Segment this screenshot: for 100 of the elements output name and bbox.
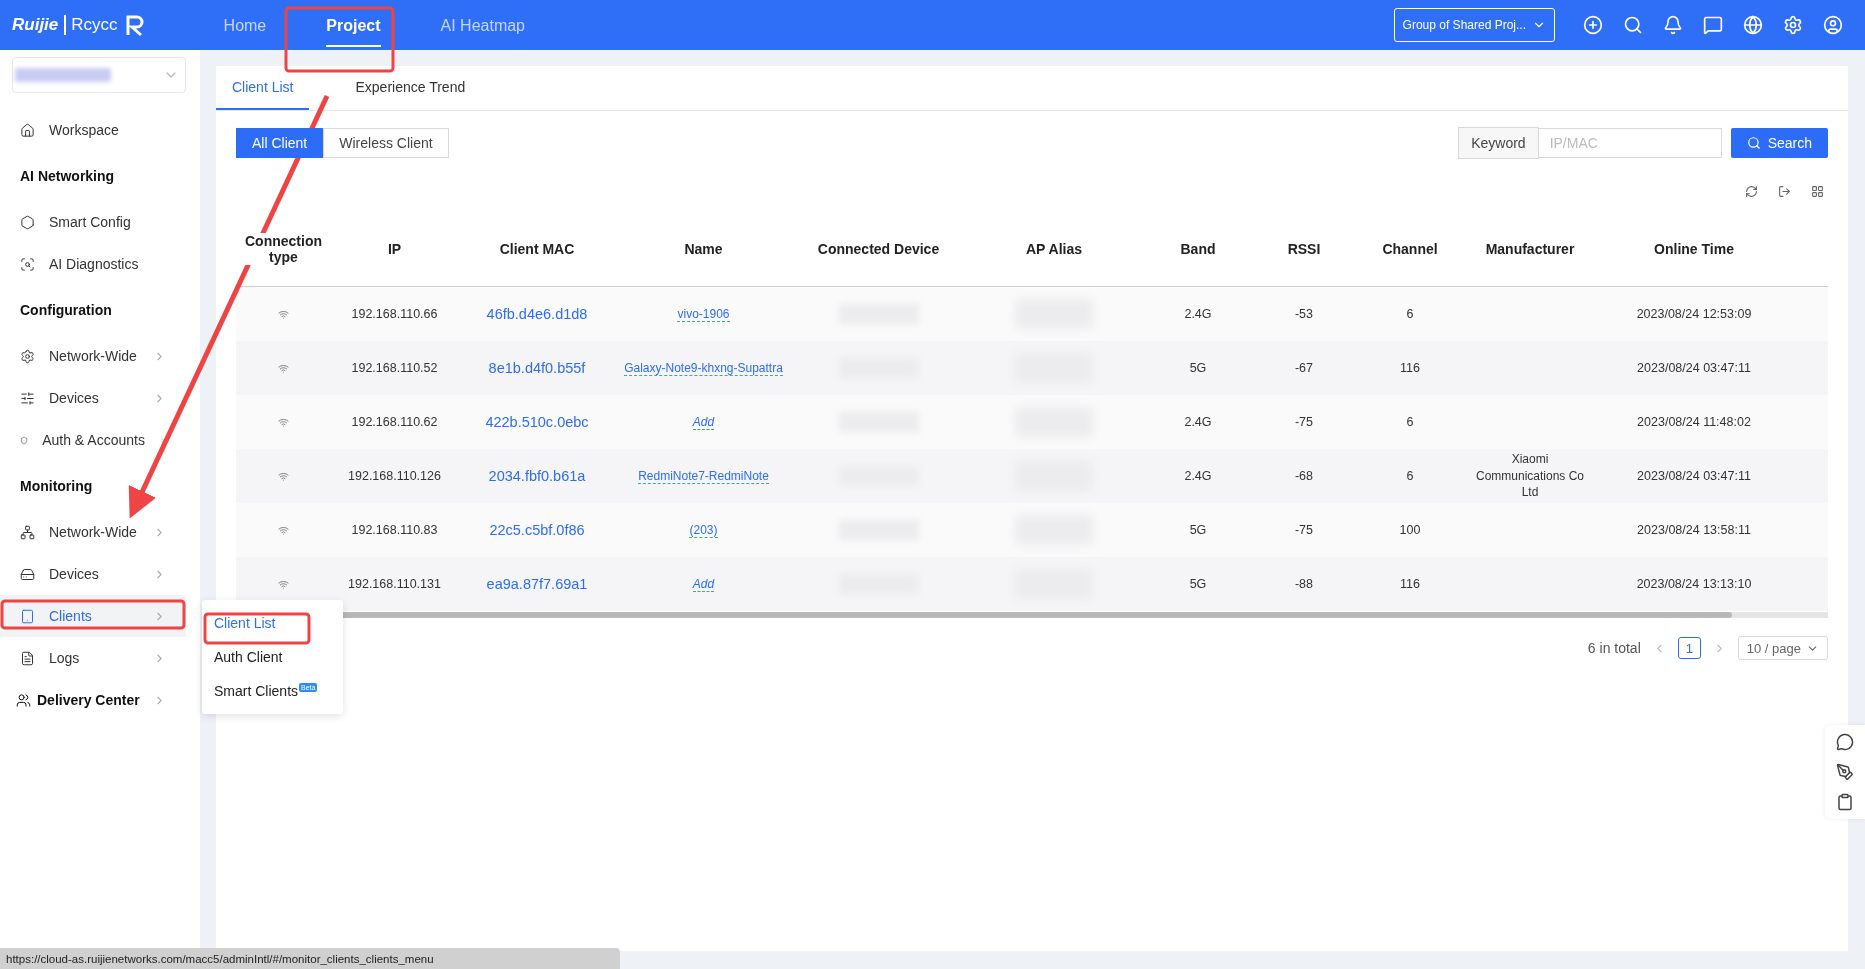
sidebar-item[interactable]: Delivery Center bbox=[0, 679, 186, 721]
table-cell-text: 5G bbox=[1188, 577, 1208, 591]
mac-link[interactable]: ea9a.87f7.69a1 bbox=[486, 576, 588, 592]
name-link[interactable]: vivo-1906 bbox=[677, 306, 730, 322]
mac-link[interactable]: 2034.fbf0.b61a bbox=[488, 468, 586, 484]
sidebar-item[interactable]: Network-Wide bbox=[0, 511, 186, 553]
bell-icon[interactable] bbox=[1663, 15, 1683, 35]
search-button[interactable]: Search bbox=[1730, 128, 1828, 158]
filter-button[interactable]: All Client bbox=[236, 128, 324, 158]
mac-link[interactable]: 8e1b.d4f0.b55f bbox=[488, 360, 586, 376]
table-cell-text: Xiaomi Communications Co Ltd bbox=[1474, 450, 1585, 502]
export-icon[interactable] bbox=[1778, 185, 1791, 198]
table-cell-text: 5G bbox=[1188, 523, 1208, 537]
name-link[interactable]: Galaxy-Note9-khxng-Supattra bbox=[624, 360, 783, 376]
table-cell-text: -67 bbox=[1293, 361, 1315, 375]
globe-icon[interactable] bbox=[1743, 15, 1763, 35]
keyword-label: Keyword bbox=[1458, 127, 1539, 159]
table-cell-text: 116 bbox=[1399, 577, 1421, 591]
nav-tab[interactable]: AI Heatmap bbox=[440, 3, 525, 47]
tablet-icon bbox=[20, 608, 35, 624]
submenu-item[interactable]: Client List bbox=[202, 606, 343, 640]
wifi-icon bbox=[278, 416, 289, 428]
document-icon bbox=[20, 650, 35, 666]
nav-tab[interactable]: Project bbox=[326, 3, 381, 47]
table-cell-text: 6 bbox=[1405, 415, 1415, 429]
clipboard-icon[interactable] bbox=[1836, 793, 1854, 811]
add-name-link[interactable]: Add bbox=[692, 576, 715, 592]
nav-tab[interactable]: Home bbox=[223, 3, 267, 47]
filter-button[interactable]: Wireless Client bbox=[323, 128, 449, 158]
table-cell-text: -53 bbox=[1293, 307, 1315, 321]
sidebar-item[interactable]: Smart Config bbox=[0, 201, 186, 243]
sidebar-item[interactable]: Network-Wide bbox=[0, 335, 186, 377]
people-icon bbox=[16, 692, 31, 708]
table-cell-text: 116 bbox=[1399, 361, 1421, 375]
table-cell-text: 192.168.110.66 bbox=[350, 307, 439, 321]
settings-icon[interactable] bbox=[1783, 15, 1803, 35]
table-cell-text: 192.168.110.83 bbox=[350, 523, 439, 537]
section-heading: AI Networking bbox=[19, 167, 116, 186]
table-cell-text: 2.4G bbox=[1183, 307, 1213, 321]
sliders-icon bbox=[20, 390, 35, 406]
table-cell-text: 192.168.110.126 bbox=[347, 469, 442, 483]
sidebar-item[interactable]: AI Diagnostics bbox=[0, 243, 186, 285]
table-cell-text: 192.168.110.62 bbox=[350, 415, 439, 429]
drive-icon bbox=[20, 566, 35, 582]
status-url: https://cloud-as.ruijienetworks.com/macc5/adminIntl/#/monitor_clients_clients_menu bbox=[0, 948, 620, 969]
logo-text: Ruijie bbox=[12, 15, 59, 35]
wifi-icon bbox=[278, 578, 289, 590]
refresh-icon[interactable] bbox=[1745, 185, 1758, 198]
table-cell-text: 2023/08/24 03:47:11 bbox=[1636, 469, 1752, 483]
wifi-icon bbox=[278, 470, 289, 482]
mac-link[interactable]: 422b.510c.0ebc bbox=[485, 414, 589, 430]
add-icon[interactable] bbox=[1583, 15, 1603, 35]
grid-icon[interactable] bbox=[1811, 185, 1824, 198]
sidebar-item[interactable]: Devices bbox=[0, 553, 186, 595]
total-count: 6 in total bbox=[1587, 640, 1641, 656]
message-icon[interactable] bbox=[1703, 15, 1723, 35]
mac-link[interactable]: 46fb.d4e6.d1d8 bbox=[486, 306, 588, 322]
wifi-icon bbox=[278, 308, 289, 320]
section-heading: Monitoring bbox=[19, 477, 94, 496]
search-icon bbox=[1746, 136, 1761, 150]
table-cell-text: 2023/08/24 11:48:02 bbox=[1636, 415, 1752, 429]
table-cell-text: 2.4G bbox=[1183, 469, 1213, 483]
page-number[interactable]: 1 bbox=[1677, 637, 1701, 659]
table-cell-text: -75 bbox=[1293, 415, 1315, 429]
table-cell-text: 6 bbox=[1405, 469, 1415, 483]
submenu-item[interactable]: Auth Client bbox=[202, 640, 343, 674]
table-cell-text: 192.168.110.52 bbox=[350, 361, 439, 375]
tab[interactable]: Client List bbox=[216, 66, 310, 110]
page-size-select[interactable]: 10 / page bbox=[1737, 636, 1828, 660]
pen-icon[interactable] bbox=[1836, 763, 1854, 781]
table-cell-text: 2023/08/24 03:47:11 bbox=[1636, 361, 1752, 375]
hexagon-icon bbox=[20, 214, 35, 230]
tab[interactable]: Experience Trend bbox=[339, 66, 482, 110]
logo-subtext: Rcycc bbox=[64, 15, 118, 35]
search-field[interactable]: IP/MAC bbox=[1538, 128, 1722, 158]
name-link[interactable]: (203) bbox=[689, 522, 718, 538]
wifi-icon bbox=[278, 524, 289, 536]
name-link[interactable]: RedmiNote7-RedmiNote bbox=[638, 468, 769, 484]
sidebar-item[interactable]: Auth & Accounts bbox=[0, 419, 186, 461]
table-cell-text: 192.168.110.131 bbox=[347, 577, 442, 591]
search-icon[interactable] bbox=[1623, 15, 1643, 35]
sidebar-item[interactable]: Logs bbox=[0, 637, 186, 679]
table-cell-text: 2023/08/24 13:13:10 bbox=[1635, 577, 1753, 591]
table-cell-text: 100 bbox=[1398, 523, 1422, 537]
table-cell-text: 2.4G bbox=[1183, 415, 1213, 429]
group-select[interactable]: Group of Shared Proj... bbox=[1393, 8, 1555, 42]
chat-icon[interactable] bbox=[1836, 733, 1854, 751]
sidebar-item[interactable]: Devices bbox=[0, 377, 186, 419]
table-cell-text: 5G bbox=[1188, 361, 1208, 375]
add-name-link[interactable]: Add bbox=[692, 414, 715, 430]
wifi-icon bbox=[278, 362, 289, 374]
table-cell-text: -68 bbox=[1293, 469, 1315, 483]
table-cell-text: 2023/08/24 13:58:11 bbox=[1636, 523, 1752, 537]
mac-link[interactable]: 22c5.c5bf.0f86 bbox=[489, 522, 585, 538]
table-cell-text: 2023/08/24 12:53:09 bbox=[1635, 307, 1753, 321]
section-heading: Configuration bbox=[19, 301, 113, 320]
scan-icon bbox=[20, 256, 35, 272]
user-icon[interactable] bbox=[1823, 15, 1843, 35]
sidebar-item[interactable]: Workspace bbox=[0, 109, 186, 151]
gear-icon bbox=[20, 348, 35, 364]
